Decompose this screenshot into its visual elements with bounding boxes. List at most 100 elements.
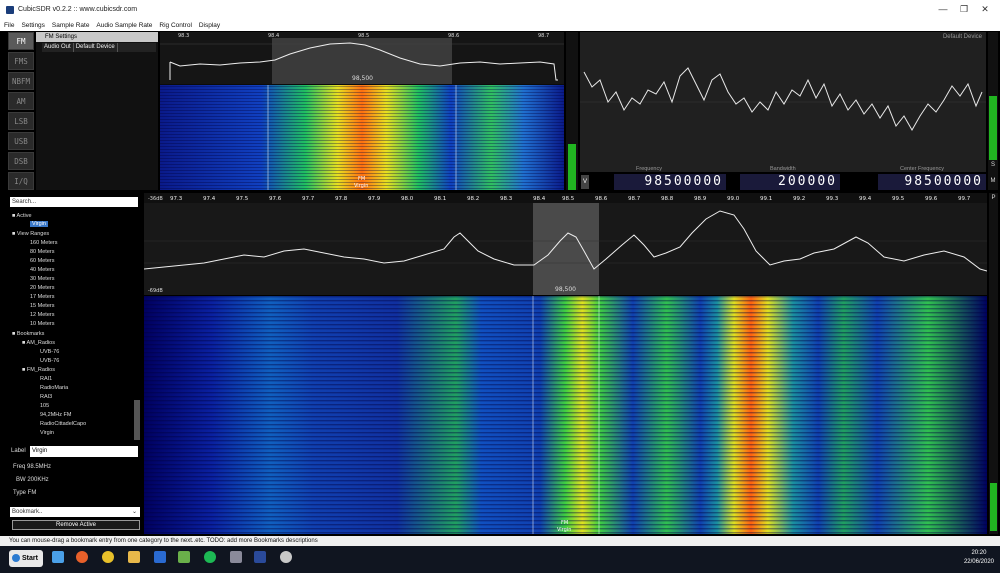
firefox-icon[interactable]	[76, 551, 88, 563]
mode-selector: FM FMS NBFM AM LSB USB DSB I/Q	[8, 32, 34, 190]
tree-view-ranges-header[interactable]: ■ View Ranges	[12, 231, 49, 237]
search-input[interactable]: Search...	[10, 197, 138, 207]
main-tick: 98.3	[500, 196, 513, 202]
mode-iq-button[interactable]: I/Q	[8, 172, 34, 190]
main-tick: 98.2	[467, 196, 479, 202]
demod-tick: 98.4	[268, 33, 279, 39]
close-icon[interactable]: ✕	[976, 4, 994, 15]
mode-fms-button[interactable]: FMS	[8, 52, 34, 70]
main-tick: 97.8	[335, 196, 348, 202]
tree-active-header[interactable]: ■ Active	[12, 213, 32, 219]
main-tick: 98.4	[533, 196, 546, 202]
center-frequency-value[interactable]: 98500000	[878, 174, 986, 190]
remove-active-button[interactable]: Remove Active	[12, 520, 140, 530]
range-item[interactable]: 17 Meters	[30, 294, 54, 300]
chrome-icon[interactable]	[102, 551, 114, 563]
v-toggle[interactable]: V	[581, 175, 589, 189]
range-item[interactable]: 80 Meters	[30, 249, 54, 255]
spotify-icon[interactable]	[204, 551, 216, 563]
email-icon[interactable]	[154, 551, 166, 563]
range-item[interactable]: 40 Meters	[30, 267, 54, 273]
active-item-virgin[interactable]: Virgin	[30, 221, 48, 227]
main-waterfall-svg: FM Virgin	[144, 296, 987, 534]
range-item[interactable]: 10 Meters	[30, 321, 54, 327]
fm-settings-header[interactable]: FM Settings	[36, 32, 158, 42]
mode-dsb-button[interactable]: DSB	[8, 152, 34, 170]
main-center-label: 98,500	[555, 286, 576, 293]
bookmark-item[interactable]: 105	[40, 403, 49, 409]
s-label[interactable]: S	[988, 162, 998, 168]
bookmark-item[interactable]: RadioMaria	[40, 385, 68, 391]
main-tick: 98.1	[434, 196, 446, 202]
audio-out-row[interactable]: Audio Out Default Device	[42, 43, 156, 52]
demod-spectrum-panel[interactable]: 98.3 98.4 98.5 98.6 98.7 98,500 FM Virgi…	[160, 32, 564, 190]
waterfall-speed-meter[interactable]: P	[989, 193, 998, 534]
folder-am-radios[interactable]: ■ AM_Radios	[22, 340, 55, 346]
type-detail: Type FM	[13, 490, 37, 496]
audio-level-meter[interactable]	[566, 32, 578, 190]
range-item[interactable]: 12 Meters	[30, 312, 54, 318]
photos-icon[interactable]	[178, 551, 190, 563]
range-item[interactable]: 20 Meters	[30, 285, 54, 291]
folder-fm-radios[interactable]: ■ FM_Radios	[22, 367, 55, 373]
mode-fm-button[interactable]: FM	[8, 32, 34, 50]
main-waterfall[interactable]: FM Virgin	[144, 296, 987, 534]
am-folder-label: AM_Radios	[26, 340, 55, 346]
mode-lsb-button[interactable]: LSB	[8, 112, 34, 130]
cubicsdr-icon[interactable]	[254, 551, 266, 563]
tree-bookmarks-header[interactable]: ■ Bookmarks	[12, 331, 44, 337]
main-tick: 99.0	[727, 196, 740, 202]
freq-detail: Freq 98.5MHz	[13, 464, 52, 470]
main-tick: 98.6	[595, 196, 608, 202]
menu-display[interactable]: Display	[199, 21, 220, 31]
start-button[interactable]: Start	[9, 550, 43, 567]
bandwidth-value[interactable]: 200000	[740, 174, 840, 190]
audio-out-value[interactable]: Default Device	[74, 43, 118, 52]
main-spectrum[interactable]: 97.3 97.4 97.5 97.6 97.7 97.8 97.9 98.0 …	[143, 193, 988, 295]
tree-scrollbar[interactable]	[134, 400, 140, 440]
audio-level-fill	[568, 144, 576, 190]
minimize-icon[interactable]: —	[934, 4, 952, 14]
frequency-readouts: Frequency Bandwidth Center Frequency V 9…	[580, 166, 986, 191]
menu-rig-control[interactable]: Rig Control	[159, 21, 192, 31]
m-label[interactable]: M	[988, 178, 998, 184]
bookmark-item[interactable]: UVB-76	[40, 358, 59, 364]
range-item[interactable]: 160 Meters	[30, 240, 58, 246]
menu-audio-sample-rate[interactable]: Audio Sample Rate	[96, 21, 152, 31]
mode-usb-button[interactable]: USB	[8, 132, 34, 150]
p-label[interactable]: P	[989, 195, 998, 201]
bookmark-item[interactable]: RadioCittadelCapo	[40, 421, 86, 427]
range-item[interactable]: 30 Meters	[30, 276, 54, 282]
app-icon[interactable]	[230, 551, 242, 563]
bookmark-details: Label Virgin Freq 98.5MHz BW 200KHz Type…	[8, 444, 142, 534]
clock[interactable]: 20:20 22/06/2020	[964, 549, 994, 567]
mode-nbfm-button[interactable]: NBFM	[8, 72, 34, 90]
file-explorer-icon[interactable]	[128, 551, 140, 563]
main-tick: 97.4	[203, 196, 216, 202]
menu-file[interactable]: File	[4, 21, 14, 31]
bookmark-item[interactable]: UVB-76	[40, 349, 59, 355]
demod-tick: 98.7	[538, 33, 549, 39]
main-tick: 99.4	[859, 196, 872, 202]
speed-meter-fill	[990, 483, 997, 531]
range-item[interactable]: 15 Meters	[30, 303, 54, 309]
range-item[interactable]: 60 Meters	[30, 258, 54, 264]
task-view-icon[interactable]	[52, 551, 64, 563]
gain-meter[interactable]: S M	[988, 32, 998, 190]
main-tick: 99.3	[826, 196, 839, 202]
bookmark-item[interactable]: Virgin	[40, 430, 54, 436]
bookmark-item[interactable]: 94,2MHz FM	[40, 412, 71, 418]
settings-icon[interactable]	[280, 551, 292, 563]
menu-settings[interactable]: Settings	[21, 21, 45, 31]
bookmark-item[interactable]: RAI3	[40, 394, 52, 400]
frequency-value[interactable]: 98500000	[614, 174, 726, 190]
label-input[interactable]: Virgin	[30, 446, 138, 457]
menu-bar: File Settings Sample Rate Audio Sample R…	[0, 21, 1000, 31]
main-tick: 98.5	[562, 196, 575, 202]
menu-sample-rate[interactable]: Sample Rate	[52, 21, 90, 31]
mode-am-button[interactable]: AM	[8, 92, 34, 110]
bookmark-item[interactable]: RAI1	[40, 376, 52, 382]
scope-device-label: Default Device	[942, 34, 982, 40]
maximize-icon[interactable]: ❐	[955, 4, 973, 15]
bookmark-select[interactable]: Bookmark.. ⌄	[10, 507, 140, 517]
